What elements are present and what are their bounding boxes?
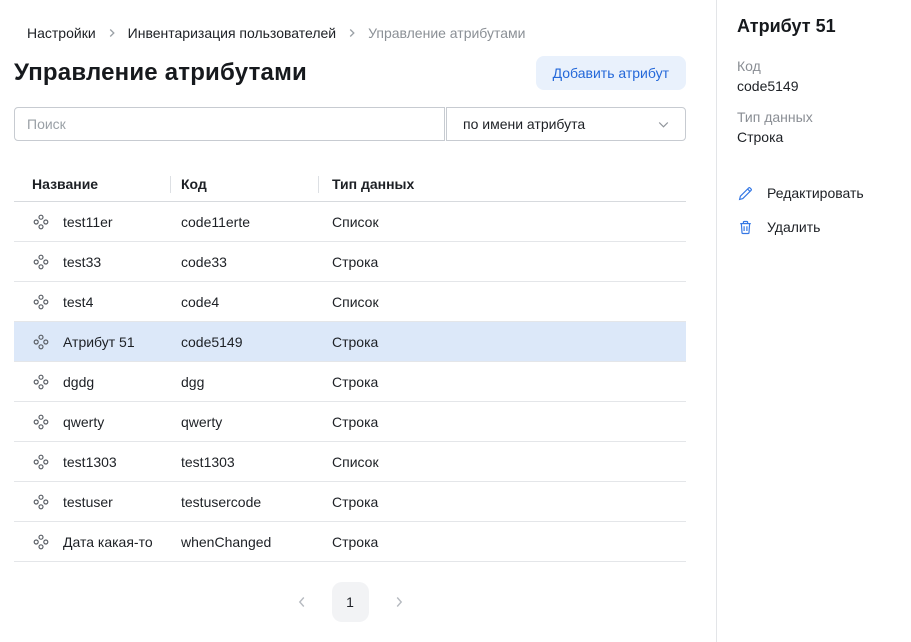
- attribute-type: Строка: [318, 374, 686, 390]
- edit-button-label: Редактировать: [767, 185, 864, 201]
- attribute-code: test1303: [170, 454, 318, 470]
- detail-panel: Атрибут 51 Код code5149 Тип данных Строк…: [717, 0, 911, 642]
- column-header-name: Название: [14, 167, 170, 201]
- pagination-page-1[interactable]: 1: [332, 582, 369, 622]
- attribute-name: testuser: [63, 494, 113, 510]
- attribute-code: code11erte: [170, 214, 318, 230]
- attribute-type: Строка: [318, 494, 686, 510]
- search-filter-select[interactable]: по имени атрибута: [446, 107, 686, 141]
- attribute-nodes-icon: [33, 414, 49, 430]
- table-row[interactable]: test4 code4 Список: [14, 282, 686, 322]
- column-header-type: Тип данных: [318, 167, 686, 201]
- attribute-nodes-icon: [33, 374, 49, 390]
- attribute-name: test4: [63, 294, 93, 310]
- breadcrumb: Настройки Инвентаризация пользователей У…: [14, 0, 686, 41]
- table-row[interactable]: testuser testusercode Строка: [14, 482, 686, 522]
- chevron-down-icon: [656, 117, 671, 132]
- detail-actions: Редактировать Удалить: [737, 183, 891, 237]
- attribute-nodes-icon: [33, 494, 49, 510]
- chevron-right-icon: [106, 27, 118, 39]
- main-content: Настройки Инвентаризация пользователей У…: [0, 0, 717, 642]
- attribute-code: testusercode: [170, 494, 318, 510]
- add-attribute-button[interactable]: Добавить атрибут: [536, 56, 686, 90]
- attribute-name: test33: [63, 254, 101, 270]
- detail-field-type: Тип данных Строка: [737, 109, 891, 145]
- table-row[interactable]: test11er code11erte Список: [14, 202, 686, 242]
- pagination: 1: [14, 582, 686, 622]
- attribute-name: test1303: [63, 454, 117, 470]
- delete-button-label: Удалить: [767, 219, 820, 235]
- attribute-nodes-icon: [33, 214, 49, 230]
- attribute-type: Строка: [318, 414, 686, 430]
- attribute-code: whenChanged: [170, 534, 318, 550]
- breadcrumb-item-user-inventory[interactable]: Инвентаризация пользователей: [128, 25, 336, 41]
- attribute-nodes-icon: [33, 334, 49, 350]
- pencil-icon: [737, 185, 754, 202]
- table-row[interactable]: qwerty qwerty Строка: [14, 402, 686, 442]
- field-value: code5149: [737, 78, 891, 94]
- attribute-code: dgg: [170, 374, 318, 390]
- attribute-code: code4: [170, 294, 318, 310]
- pagination-next-button[interactable]: [382, 585, 416, 619]
- attribute-nodes-icon: [33, 534, 49, 550]
- attribute-code: code33: [170, 254, 318, 270]
- attribute-name: dgdg: [63, 374, 94, 390]
- delete-button[interactable]: Удалить: [737, 217, 891, 237]
- edit-button[interactable]: Редактировать: [737, 183, 891, 203]
- attribute-type: Строка: [318, 534, 686, 550]
- attribute-name: test11er: [63, 214, 113, 230]
- attribute-type: Список: [318, 454, 686, 470]
- table-row[interactable]: test33 code33 Строка: [14, 242, 686, 282]
- search-filter-value: по имени атрибута: [463, 116, 585, 132]
- attribute-name: qwerty: [63, 414, 104, 430]
- table-row[interactable]: test1303 test1303 Список: [14, 442, 686, 482]
- search-input[interactable]: [14, 107, 445, 141]
- breadcrumb-item-attribute-management: Управление атрибутами: [368, 25, 525, 41]
- table-row[interactable]: dgdg dgg Строка: [14, 362, 686, 402]
- attribute-nodes-icon: [33, 294, 49, 310]
- detail-field-code: Код code5149: [737, 58, 891, 94]
- table-row[interactable]: Дата какая-то whenChanged Строка: [14, 522, 686, 562]
- attribute-code: qwerty: [170, 414, 318, 430]
- attributes-table: Название Код Тип данных test11er code11e…: [14, 167, 686, 562]
- attribute-name: Дата какая-то: [63, 534, 153, 550]
- attribute-type: Строка: [318, 334, 686, 350]
- detail-panel-title: Атрибут 51: [737, 16, 891, 37]
- table-header: Название Код Тип данных: [14, 167, 686, 202]
- field-label: Тип данных: [737, 109, 891, 125]
- breadcrumb-item-settings[interactable]: Настройки: [27, 25, 96, 41]
- chevron-right-icon: [346, 27, 358, 39]
- attribute-nodes-icon: [33, 454, 49, 470]
- page-title: Управление атрибутами: [14, 59, 307, 87]
- field-value: Строка: [737, 129, 891, 145]
- attribute-type: Строка: [318, 254, 686, 270]
- search-row: по имени атрибута: [14, 107, 686, 141]
- trash-icon: [737, 219, 754, 236]
- attribute-nodes-icon: [33, 254, 49, 270]
- table-row[interactable]: Атрибут 51 code5149 Строка: [14, 322, 686, 362]
- attribute-type: Список: [318, 294, 686, 310]
- page: Настройки Инвентаризация пользователей У…: [0, 0, 911, 642]
- table-body: test11er code11erte Список test33 code33…: [14, 202, 686, 562]
- title-row: Управление атрибутами Добавить атрибут: [14, 56, 686, 90]
- attribute-code: code5149: [170, 334, 318, 350]
- column-header-code: Код: [170, 167, 318, 201]
- attribute-type: Список: [318, 214, 686, 230]
- pagination-prev-button[interactable]: [285, 585, 319, 619]
- attribute-name: Атрибут 51: [63, 334, 135, 350]
- field-label: Код: [737, 58, 891, 74]
